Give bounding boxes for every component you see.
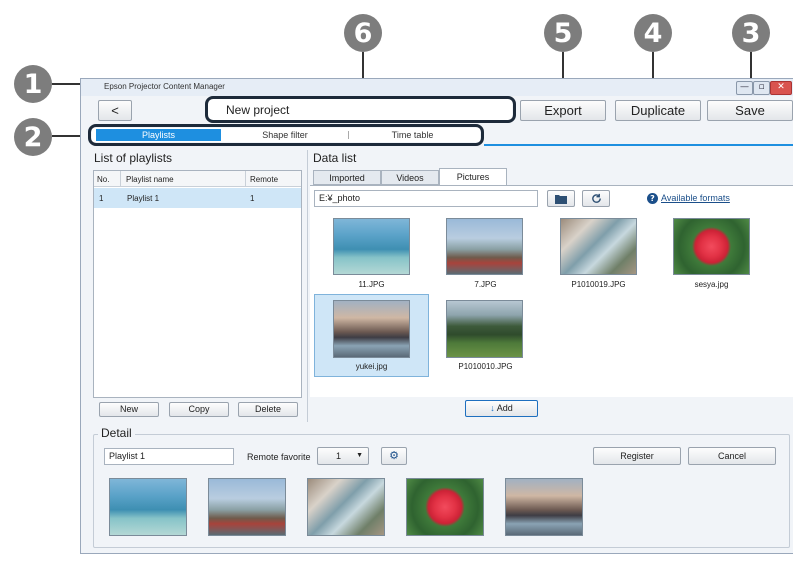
copy-playlist-button[interactable]: Copy (169, 402, 229, 417)
cancel-button[interactable]: Cancel (688, 447, 776, 465)
export-button[interactable]: Export (520, 100, 606, 121)
col-remote: Remote (250, 175, 279, 184)
panel-separator (307, 150, 308, 422)
picture-thumbnail[interactable] (560, 218, 637, 275)
close-button[interactable]: ✕ (770, 81, 792, 95)
row-no: 1 (99, 194, 104, 203)
callout-5: 5 (544, 14, 582, 52)
playlists-panel-title: List of playlists (94, 151, 173, 165)
maximize-button[interactable]: ▫ (753, 81, 770, 95)
picture-caption: 11.JPG (358, 280, 385, 289)
detail-thumbnail[interactable] (307, 478, 385, 536)
picture-thumbnail[interactable] (333, 300, 410, 358)
back-button[interactable]: < (98, 100, 132, 121)
tab-videos[interactable]: Videos (381, 170, 439, 185)
new-playlist-button[interactable]: New (99, 402, 159, 417)
add-button[interactable]: ↓ Add (465, 400, 538, 417)
callout-2: 2 (14, 118, 52, 156)
data-list-title: Data list (313, 151, 357, 165)
refresh-button[interactable] (582, 190, 610, 207)
remote-favorite-select[interactable]: 1 ▼ (317, 447, 369, 465)
gear-icon: ⚙ (389, 450, 399, 462)
picture-caption: sesya.jpg (694, 280, 729, 289)
register-button[interactable]: Register (593, 447, 681, 465)
col-no: No. (97, 175, 110, 184)
tab-pictures[interactable]: Pictures (439, 168, 507, 186)
detail-thumbnail[interactable] (505, 478, 583, 536)
remote-favorite-value: 1 (336, 451, 342, 461)
title-bar: Epson Projector Content Manager — ▫ ✕ (81, 79, 793, 96)
arrow-down-icon: ↓ (490, 403, 495, 413)
playlist-name-field[interactable]: Playlist 1 (104, 448, 234, 465)
folder-button[interactable] (547, 190, 575, 207)
row-playlist-name: Playlist 1 (127, 194, 160, 203)
duplicate-button[interactable]: Duplicate (615, 100, 701, 121)
remote-settings-button[interactable]: ⚙ (381, 447, 407, 465)
picture-caption: P1010010.JPG (458, 362, 513, 371)
callout-4: 4 (634, 14, 672, 52)
table-row[interactable] (94, 188, 301, 208)
detail-thumbnail[interactable] (109, 478, 187, 536)
refresh-icon (591, 193, 601, 203)
delete-playlist-button[interactable]: Delete (238, 402, 298, 417)
picture-caption: P1010019.JPG (571, 280, 626, 289)
callout-3: 3 (732, 14, 770, 52)
help-icon[interactable]: ? (647, 193, 658, 204)
add-button-label: Add (496, 403, 513, 413)
callout-1: 1 (14, 65, 52, 103)
callout-6: 6 (344, 14, 382, 52)
detail-thumbnail[interactable] (208, 478, 286, 536)
tab-imported[interactable]: Imported (313, 170, 381, 185)
picture-caption: yukei.jpg (355, 362, 388, 371)
picture-thumbnail[interactable] (446, 218, 523, 275)
remote-favorite-label: Remote favorite (247, 452, 311, 462)
picture-thumbnail[interactable] (446, 300, 523, 358)
chevron-down-icon: ▼ (356, 452, 363, 459)
minimize-button[interactable]: — (736, 81, 753, 95)
window-title: Epson Projector Content Manager (104, 82, 225, 91)
row-remote: 1 (250, 194, 255, 203)
picture-thumbnail[interactable] (333, 218, 410, 275)
mode-tabs-highlight (88, 124, 484, 146)
header-separator (484, 144, 793, 146)
col-divider (120, 171, 121, 187)
detail-thumbnail[interactable] (406, 478, 484, 536)
col-divider (245, 171, 246, 187)
detail-title: Detail (98, 426, 135, 440)
picture-thumbnail[interactable] (673, 218, 750, 275)
picture-caption: 7.JPG (474, 280, 497, 289)
available-formats-link[interactable]: Available formats (661, 193, 730, 203)
chevron-left-icon: < (111, 103, 119, 118)
col-playlist-name: Playlist name (126, 175, 174, 184)
path-field[interactable]: E:¥_photo (314, 190, 538, 207)
save-button[interactable]: Save (707, 100, 793, 121)
project-name-highlight (205, 96, 516, 123)
folder-icon (555, 195, 567, 204)
